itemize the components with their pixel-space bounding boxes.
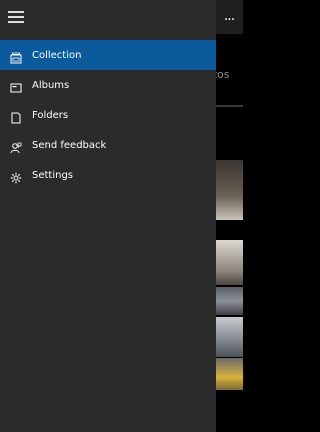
- nav-item-albums[interactable]: Albums: [0, 70, 216, 100]
- nav-item-label: Collection: [32, 49, 82, 61]
- nav-item-label: Albums: [32, 79, 70, 91]
- photo-thumbnail[interactable]: [216, 287, 243, 315]
- nav-item-send-feedback[interactable]: Send feedback: [0, 130, 216, 160]
- more-options-button[interactable]: ...: [219, 6, 239, 26]
- nav-item-settings[interactable]: Settings: [0, 160, 216, 190]
- nav-item-label: Settings: [32, 169, 74, 181]
- photo-thumbnail[interactable]: [216, 317, 243, 357]
- photo-thumbnail[interactable]: [216, 358, 243, 390]
- feedback-icon: [10, 139, 22, 154]
- nav-item-folders[interactable]: Folders: [0, 100, 216, 130]
- nav-item-collection[interactable]: Collection: [0, 40, 216, 70]
- nav-list: Collection Albums Folders Send feedback: [0, 40, 216, 190]
- photo-thumbnail[interactable]: [216, 160, 243, 220]
- collection-icon: [10, 49, 22, 64]
- navigation-drawer: Collection Albums Folders Send feedback: [0, 0, 216, 432]
- divider: [216, 105, 243, 107]
- hamburger-menu-icon[interactable]: [8, 8, 26, 24]
- albums-icon: [10, 79, 22, 93]
- nav-item-label: Folders: [32, 109, 69, 121]
- folders-icon: [10, 109, 22, 124]
- photo-thumbnail[interactable]: [216, 240, 243, 285]
- gear-icon: [10, 169, 22, 184]
- nav-item-label: Send feedback: [32, 139, 107, 151]
